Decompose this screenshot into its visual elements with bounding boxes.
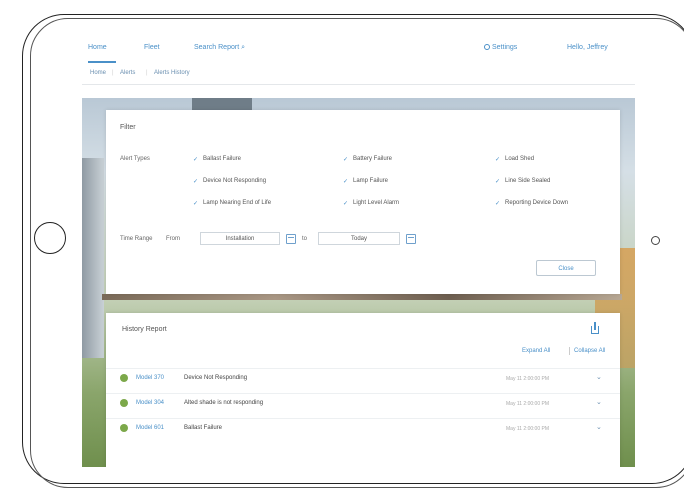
calendar-icon[interactable] [406,234,416,244]
home-button [34,222,66,254]
breadcrumb-alerts[interactable]: Alerts [120,70,135,76]
time-range-label: Time Range [120,236,153,242]
checkbox-lamp-failure[interactable]: ✓ Lamp Failure [342,178,388,185]
active-tab-indicator [88,61,116,63]
status-dot [120,424,128,432]
alert-message: Alted shade is not responding [184,400,264,406]
filter-panel: Filter Alert Types ✓ Ballast Failure ✓ Bat… [106,110,620,294]
filter-title: Filter [120,124,136,131]
alert-message: Ballast Failure [184,425,223,431]
breadcrumb-home[interactable]: Home [90,70,106,76]
chevron-down-icon[interactable]: ⌄ [596,398,602,406]
check-icon: ✓ [494,157,501,163]
alert-timestamp: May 11 2:00:00 PM [506,401,549,407]
link-divider [569,347,570,355]
device-link[interactable]: Model 370 [136,375,164,381]
check-icon: ✓ [192,201,199,207]
alert-message: Device Not Responding [184,375,248,381]
checkbox-device-not-responding[interactable]: ✓ Device Not Responding [192,178,266,185]
from-date-input[interactable]: Installation [200,232,280,245]
checkbox-lamp-nearing-eol[interactable]: ✓ Lamp Nearing End of Life [192,200,271,207]
check-icon: ✓ [342,201,349,207]
status-dot [120,399,128,407]
to-label: to [302,236,308,242]
alert-timestamp: May 11 2:00:00 PM [506,376,549,382]
to-date-input[interactable]: Today [318,232,400,245]
close-button[interactable]: Close [536,260,596,276]
from-label: From [166,236,180,242]
camera-dot [651,236,660,245]
top-nav: Home Fleet Search Report ⌕ Settings Hell… [82,36,635,65]
breadcrumb: Home | Alerts | Alerts History [82,64,635,85]
device-link[interactable]: Model 304 [136,400,164,406]
chevron-down-icon[interactable]: ⌄ [596,373,602,381]
check-icon: ✓ [494,201,501,207]
checkbox-load-shed[interactable]: ✓ Load Shed [494,156,534,163]
nav-settings[interactable]: Settings [484,44,517,51]
settings-label: Settings [492,44,518,51]
check-icon: ✓ [192,157,199,163]
nav-fleet[interactable]: Fleet [144,44,160,51]
alert-timestamp: May 11 2:00:00 PM [506,426,549,432]
check-icon: ✓ [494,179,501,185]
user-menu[interactable]: Hello, Jeffrey [567,44,608,51]
nav-home[interactable]: Home [88,44,107,51]
collapse-all-link[interactable]: Collapse All [574,348,605,354]
check-icon: ✓ [192,179,199,185]
app-screen: Home Fleet Search Report ⌕ Settings Hell… [82,36,635,467]
share-icon[interactable] [590,322,600,335]
alert-types-label: Alert Types [120,156,150,162]
table-row[interactable]: Model 601 Ballast Failure May 11 2:00:00… [106,418,620,439]
calendar-icon[interactable] [286,234,296,244]
gear-icon [484,44,490,50]
table-row[interactable]: Model 304 Alted shade is not responding … [106,393,620,414]
check-icon: ✓ [342,179,349,185]
checkbox-reporting-device-down[interactable]: ✓ Reporting Device Down [494,200,568,207]
check-icon: ✓ [342,157,349,163]
history-panel: History Report Expand All Collapse All M… [106,313,620,467]
checkbox-battery-failure[interactable]: ✓ Battery Failure [342,156,392,163]
nav-search-report[interactable]: Search Report ⌕ [194,44,245,52]
expand-all-link[interactable]: Expand All [522,348,550,354]
checkbox-light-level-alarm[interactable]: ✓ Light Level Alarm [342,200,399,207]
checkbox-ballast-failure[interactable]: ✓ Ballast Failure [192,156,241,163]
chevron-down-icon[interactable]: ⌄ [596,423,602,431]
status-dot [120,374,128,382]
history-title: History Report [122,326,167,333]
breadcrumb-alerts-history: Alerts History [154,70,190,76]
table-row[interactable]: Model 370 Device Not Responding May 11 2… [106,368,620,389]
checkbox-line-side-sealed[interactable]: ✓ Line Side Sealed [494,178,550,185]
device-link[interactable]: Model 601 [136,425,164,431]
